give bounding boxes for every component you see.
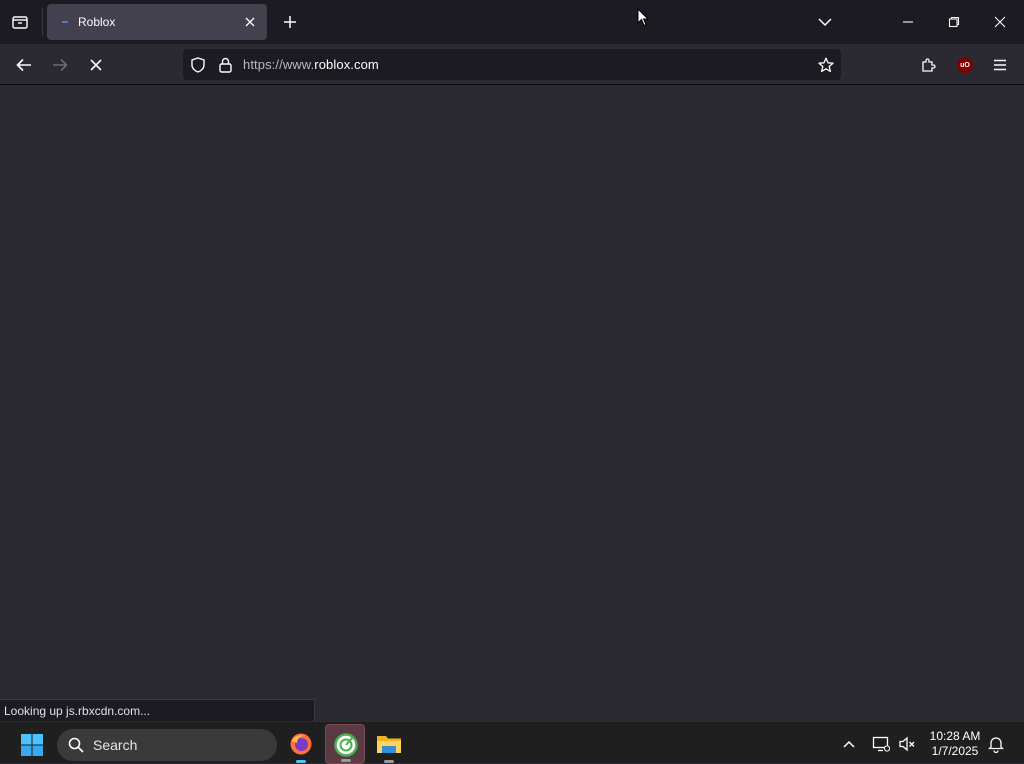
clock-date: 1/7/2025 — [931, 744, 979, 758]
tab-separator — [42, 8, 43, 36]
hamburger-icon[interactable] — [987, 52, 1013, 78]
ublock-badge: uO — [957, 57, 973, 73]
puzzle-icon[interactable] — [916, 52, 942, 78]
loading-throbber-icon — [61, 17, 71, 27]
network-icon[interactable] — [870, 733, 892, 755]
forward-arrow-icon[interactable] — [47, 52, 73, 78]
folder-icon — [376, 732, 402, 756]
mouse-cursor-icon — [636, 7, 650, 27]
minimize-icon[interactable] — [896, 10, 920, 34]
tab-bar: Roblox — [0, 0, 1024, 44]
shield-icon[interactable] — [188, 55, 208, 75]
taskbar-search[interactable]: Search — [57, 729, 277, 761]
search-label: Search — [93, 737, 138, 753]
taskbar-app-firefox[interactable] — [281, 724, 321, 764]
taskbar: Search 10:28 AM 1/7/2025 — [0, 721, 1024, 764]
ublock-badge-text: uO — [960, 61, 970, 69]
plus-icon[interactable] — [278, 10, 302, 34]
notification-bell-icon[interactable] — [985, 733, 1007, 755]
lock-icon[interactable] — [215, 55, 235, 75]
tab-roblox[interactable]: Roblox — [47, 4, 267, 40]
status-panel: Looking up js.rbxcdn.com... — [0, 699, 315, 721]
firefox-icon — [289, 732, 313, 756]
url-scheme: https://www. — [243, 57, 315, 72]
url-host: roblox.com — [314, 57, 379, 72]
stop-icon[interactable] — [83, 52, 109, 78]
back-arrow-icon[interactable] — [11, 52, 37, 78]
system-clock[interactable]: 10:28 AM 1/7/2025 — [922, 729, 988, 759]
chevron-down-icon[interactable] — [813, 10, 837, 34]
url-bar[interactable]: https://www.roblox.com — [183, 49, 841, 80]
chevron-up-icon[interactable] — [838, 733, 860, 755]
green-app-running-indicator — [341, 759, 351, 762]
taskbar-app-file-explorer[interactable] — [369, 724, 409, 764]
tab-list-icon[interactable] — [8, 10, 32, 34]
clock-time: 10:28 AM — [929, 729, 981, 743]
nav-toolbar: https://www.roblox.com uO — [0, 44, 1024, 85]
restore-icon[interactable] — [942, 10, 966, 34]
url-text[interactable]: https://www.roblox.com — [243, 57, 379, 72]
volume-muted-icon[interactable] — [896, 733, 918, 755]
search-icon — [67, 736, 85, 754]
green-app-icon — [333, 732, 359, 758]
close-icon[interactable] — [988, 10, 1012, 34]
windows-start-icon[interactable] — [15, 728, 49, 762]
tab-title: Roblox — [78, 15, 116, 29]
tab-close-icon[interactable] — [241, 13, 259, 31]
taskbar-app-green[interactable] — [325, 724, 365, 764]
ublock-extension-icon[interactable]: uO — [952, 52, 978, 78]
page-content-area — [0, 85, 1024, 721]
star-icon[interactable] — [816, 55, 836, 75]
